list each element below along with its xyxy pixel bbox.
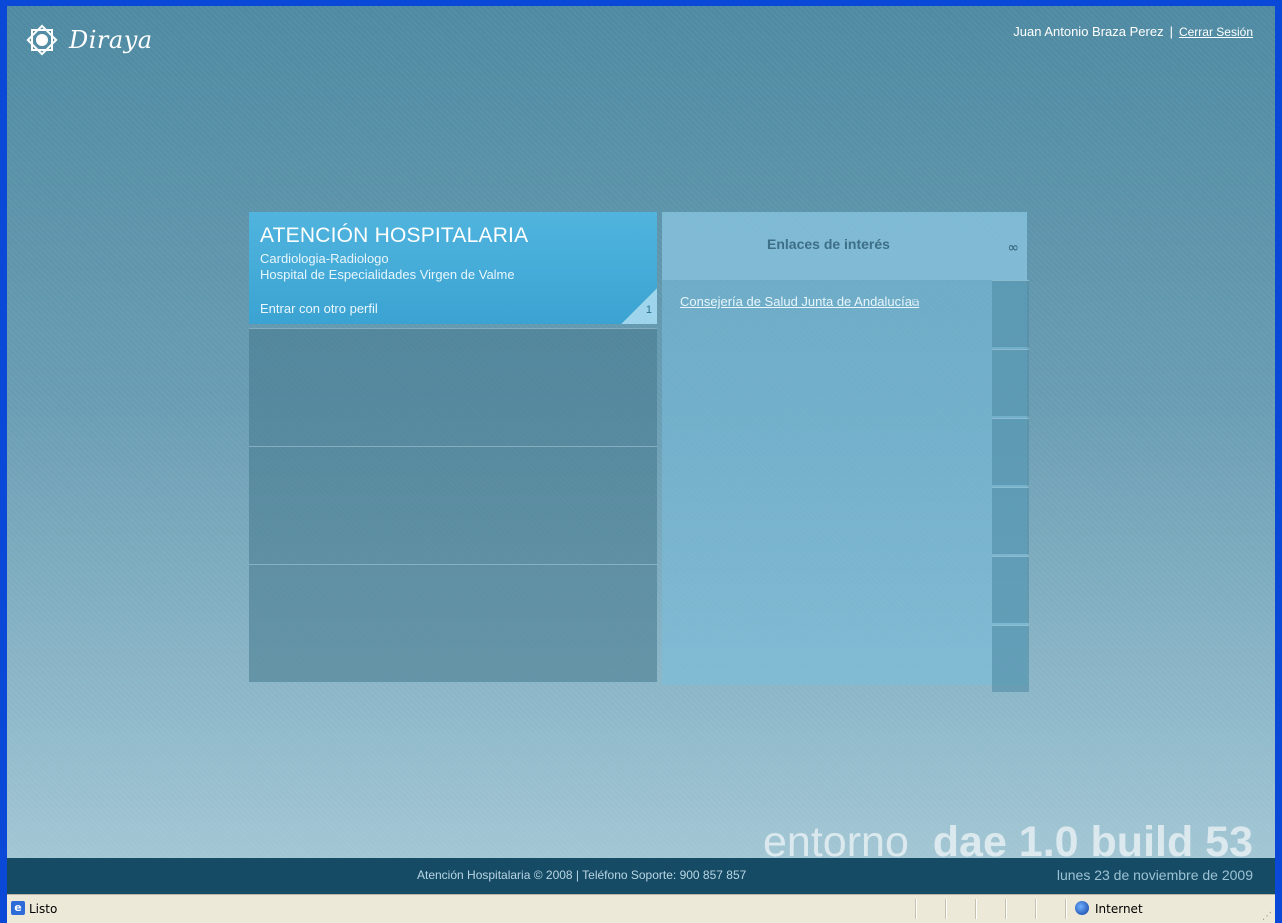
footer-copyright: Atención Hospitalaria © 2008 | Teléfono … (417, 868, 747, 882)
window-frame-right (1275, 0, 1282, 923)
side-cell (992, 487, 1029, 554)
logo-text: Diraya (69, 26, 153, 54)
switch-profile-link[interactable]: Entrar con otro perfil (260, 301, 378, 316)
footer-date: lunes 23 de noviembre de 2009 (1056, 867, 1253, 883)
links-side-column (992, 280, 1029, 692)
page-status-icon: e (11, 901, 25, 915)
profile-hospital: Hospital de Especialidades Virgen de Val… (260, 267, 515, 282)
side-cell (992, 280, 1029, 347)
status-divider (1005, 899, 1006, 919)
logout-link[interactable]: Cerrar Sesión (1179, 25, 1253, 39)
links-header: Enlaces de interés ∞ (662, 212, 1027, 280)
user-name: Juan Antonio Braza Perez (1013, 24, 1164, 39)
status-divider (1065, 899, 1066, 919)
side-cell (992, 418, 1029, 485)
profile-slot-empty (249, 328, 657, 446)
status-divider (1035, 899, 1036, 919)
profile-count: 1 (645, 304, 652, 316)
side-cell (992, 625, 1029, 692)
resize-grip-icon[interactable]: ⋰ (1262, 911, 1272, 922)
user-separator: | (1169, 24, 1173, 39)
link-consejeria-salud[interactable]: Consejería de Salud Junta de Andalucía⧉ (680, 294, 919, 309)
profile-slot-empty (249, 564, 657, 682)
app-logo[interactable]: Diraya (24, 22, 153, 58)
page-footer: Atención Hospitalaria © 2008 | Teléfono … (7, 858, 1275, 894)
security-zone-text: Internet (1095, 902, 1143, 916)
link-label: Consejería de Salud Junta de Andalucía (680, 294, 913, 309)
side-cell (992, 349, 1029, 416)
profile-card[interactable]: ATENCIÓN HOSPITALARIA Cardiologia-Radiol… (249, 212, 657, 324)
internet-globe-icon (1075, 901, 1089, 915)
diraya-logo-icon (26, 24, 58, 56)
profile-title: ATENCIÓN HOSPITALARIA (260, 224, 529, 247)
status-divider (975, 899, 976, 919)
link-icon: ∞ (1007, 240, 1019, 256)
window-frame-left (0, 0, 7, 923)
profile-specialty: Cardiologia-Radiologo (260, 251, 389, 266)
page-viewport: Diraya Juan Antonio Braza Perez | Cerrar S… (7, 6, 1275, 894)
profile-slot-empty (249, 446, 657, 564)
external-link-icon: ⧉ (912, 298, 920, 309)
links-panel: Enlaces de interés ∞ Consejería de Salud… (662, 212, 1027, 685)
status-text: Listo (29, 902, 58, 916)
browser-status-bar: e Listo Internet ⋰ (7, 894, 1275, 923)
status-divider (945, 899, 946, 919)
status-divider (915, 899, 916, 919)
user-bar: Juan Antonio Braza Perez | Cerrar Sesión (1013, 24, 1253, 39)
links-title: Enlaces de interés (767, 236, 890, 252)
side-cell (992, 556, 1029, 623)
